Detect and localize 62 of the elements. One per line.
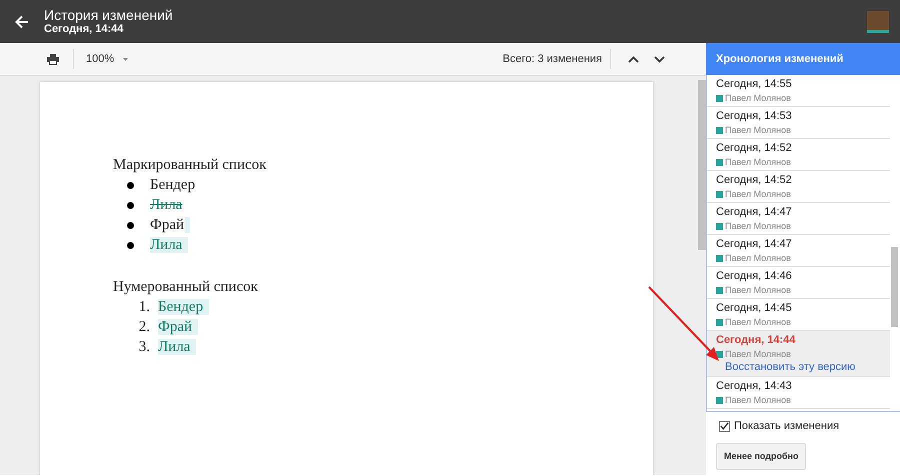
added-list-item: Бендер <box>158 299 210 315</box>
changes-count: Всего: 3 изменения <box>502 52 602 67</box>
revision-author: Павел Молянов <box>725 316 791 328</box>
page-subtitle: Сегодня, 14:44 <box>44 23 124 36</box>
checkbox-label[interactable]: Показать изменения <box>734 418 840 434</box>
scrollbar[interactable] <box>891 247 898 328</box>
list-number: 3. <box>138 338 150 357</box>
revision-time: Сегодня, 14:44 <box>716 333 796 348</box>
revision-author: Павел Молянов <box>725 188 791 200</box>
revision-time: Сегодня, 14:53 <box>716 109 793 124</box>
list-number: 2. <box>138 318 150 337</box>
bullet-icon <box>127 202 134 210</box>
bullet-icon <box>127 242 134 250</box>
zoom-dropdown[interactable]: 100% <box>86 50 114 68</box>
deleted-list-item: Лила <box>150 197 182 213</box>
revision-item[interactable]: Сегодня, 14:43 Павел Молянов <box>707 377 890 410</box>
revision-item[interactable]: Сегодня, 14:46 Павел Молянов <box>707 267 890 300</box>
added-list-item: Лила <box>158 339 196 355</box>
show-changes-checkbox[interactable] <box>719 420 730 432</box>
scrollbar[interactable] <box>698 80 706 250</box>
revision-time: Сегодня, 14:47 <box>716 237 793 252</box>
revision-author: Павел Молянов <box>725 284 791 296</box>
restore-version-link[interactable]: Восстановить эту версию <box>725 360 856 374</box>
revision-time: Сегодня, 14:52 <box>716 173 793 188</box>
revision-item[interactable]: Сегодня, 14:55 Павел Молянов <box>707 75 890 108</box>
revision-item[interactable]: Сегодня, 14:53 Павел Молянов <box>707 107 890 140</box>
chevron-down-icon[interactable] <box>654 56 665 62</box>
revision-author: Павел Молянов <box>725 394 791 406</box>
revision-author: Павел Молянов <box>725 124 791 136</box>
revision-item[interactable]: Сегодня, 14:47 Павел Молянов <box>707 235 890 268</box>
panel-title: Хронология изменений <box>716 52 844 67</box>
list-heading: Маркированный список <box>113 156 268 175</box>
revision-item[interactable]: Сегодня, 14:44 Павел Молянов Восстановить эту версию <box>707 331 890 378</box>
caret-icon[interactable] <box>123 58 128 60</box>
bullet-icon <box>127 182 134 190</box>
revision-time: Сегодня, 14:52 <box>716 141 793 156</box>
avatar-photo-placeholder[interactable] <box>867 10 889 32</box>
back-arrow-icon[interactable] <box>15 14 29 28</box>
revision-time: Сегодня, 14:46 <box>716 269 793 284</box>
revision-time: Сегодня, 14:55 <box>716 77 793 92</box>
page-title: История изменений <box>44 7 173 23</box>
list-number: 1. <box>138 298 150 317</box>
revision-item[interactable]: Сегодня, 14:47 Павел Молянов <box>707 203 890 236</box>
bullet-icon <box>127 222 134 230</box>
chevron-up-icon[interactable] <box>628 56 639 62</box>
print-icon[interactable] <box>47 54 59 64</box>
revision-item[interactable]: Сегодня, 14:52 Павел Молянов <box>707 171 890 204</box>
revision-item[interactable]: Сегодня, 14:52 Павел Молянов <box>707 139 890 172</box>
list-heading: Нумерованный список <box>113 278 259 297</box>
revision-time: Сегодня, 14:47 <box>716 205 793 220</box>
less-detail-button[interactable]: Менее подробно <box>716 442 806 470</box>
revision-author: Павел Молянов <box>725 92 791 104</box>
added-list-item: Лила <box>150 237 188 253</box>
added-list-item: Фрай <box>150 217 190 233</box>
revision-author: Павел Молянов <box>725 252 791 264</box>
revision-author: Павел Молянов <box>725 156 791 168</box>
revision-time: Сегодня, 14:45 <box>716 301 793 316</box>
revision-time: Сегодня, 14:43 <box>716 379 793 394</box>
list-item: Бендер <box>150 177 196 193</box>
added-list-item: Фрай <box>158 319 198 335</box>
revision-author: Павел Молянов <box>725 348 791 360</box>
revision-author: Павел Молянов <box>725 220 791 232</box>
